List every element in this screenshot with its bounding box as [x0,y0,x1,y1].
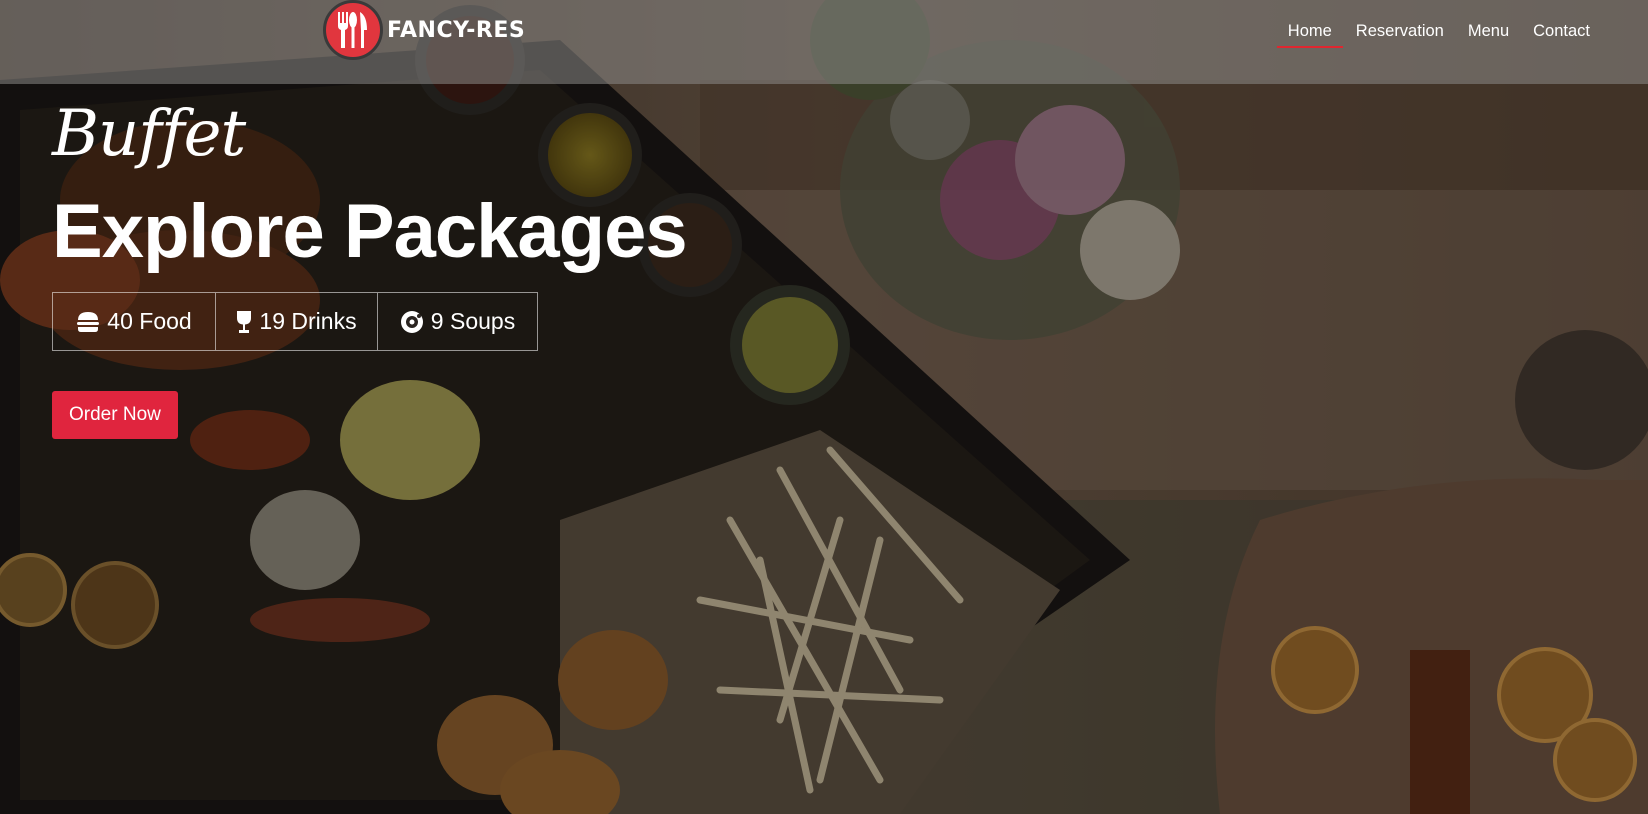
fork-knife-icon [323,0,383,60]
stat-drinks-label: 19 Drinks [259,308,357,334]
hero-script-title: Buffet [52,97,246,171]
nav-link-menu[interactable]: Menu [1468,20,1509,46]
hero-title: Explore Packages [52,189,688,274]
nav-link-reservation[interactable]: Reservation [1356,20,1444,46]
stat-soups-label: 9 Soups [430,308,516,334]
nav-link-contact[interactable]: Contact [1533,20,1590,46]
nav-link-home[interactable]: Home [1276,20,1343,48]
stat-drinks: 19 Drinks [216,293,378,350]
wine-glass-icon [236,310,252,334]
soup-bowl-icon [400,310,424,334]
brand-logo-link[interactable]: FANCY-RES [323,0,525,60]
stat-soups: 9 Soups [378,293,537,350]
hero-content: Buffet Explore Packages 40 Food 19 Drink… [52,90,688,439]
top-navbar: FANCY-RES Home Reservation Menu Contact [0,0,1648,84]
brand-name: FANCY-RES [387,17,526,43]
main-nav: Home Reservation Menu Contact [1264,20,1590,48]
order-now-button[interactable]: Order Now [52,391,178,439]
package-stats: 40 Food 19 Drinks 9 Soups [52,292,538,351]
burger-icon [76,311,100,333]
stat-food: 40 Food [53,293,216,350]
stat-food-label: 40 Food [107,308,192,334]
